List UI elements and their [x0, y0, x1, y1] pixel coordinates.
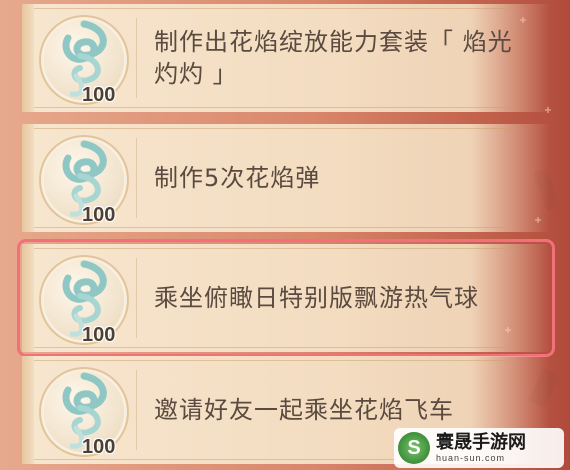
watermark: S 寰晟手游网 huan-sun.com — [394, 428, 564, 468]
divider — [136, 258, 137, 338]
reward-quantity: 100 — [82, 324, 116, 346]
task-card-2: 100 制作5次花焰弹 — [22, 124, 550, 232]
reward-item[interactable]: 100 — [38, 254, 130, 346]
reward-quantity: 100 — [82, 436, 116, 458]
divider — [136, 370, 137, 450]
task-description: 制作5次花焰弹 — [154, 164, 321, 192]
reward-quantity: 100 — [82, 84, 116, 106]
reward-item[interactable]: 100 — [38, 366, 130, 458]
watermark-url: huan-sun.com — [436, 452, 506, 463]
reward-quantity: 100 — [82, 204, 116, 226]
task-description: 乘坐俯瞰日特别版飘游热气球 — [154, 284, 479, 312]
divider — [136, 138, 137, 218]
task-description: 制作出花焰绽放能力套装「 焰光灼灼 」 — [154, 28, 513, 88]
watermark-logo: S — [398, 432, 430, 464]
task-card-3: 100 乘坐俯瞰日特别版飘游热气球 — [17, 239, 555, 357]
reward-item[interactable]: 100 — [38, 14, 130, 106]
divider — [136, 18, 137, 98]
watermark-name: 寰晟手游网 — [436, 431, 526, 453]
task-card-1: 100 制作出花焰绽放能力套装「 焰光灼灼 」 — [22, 4, 550, 112]
reward-item[interactable]: 100 — [38, 134, 130, 226]
